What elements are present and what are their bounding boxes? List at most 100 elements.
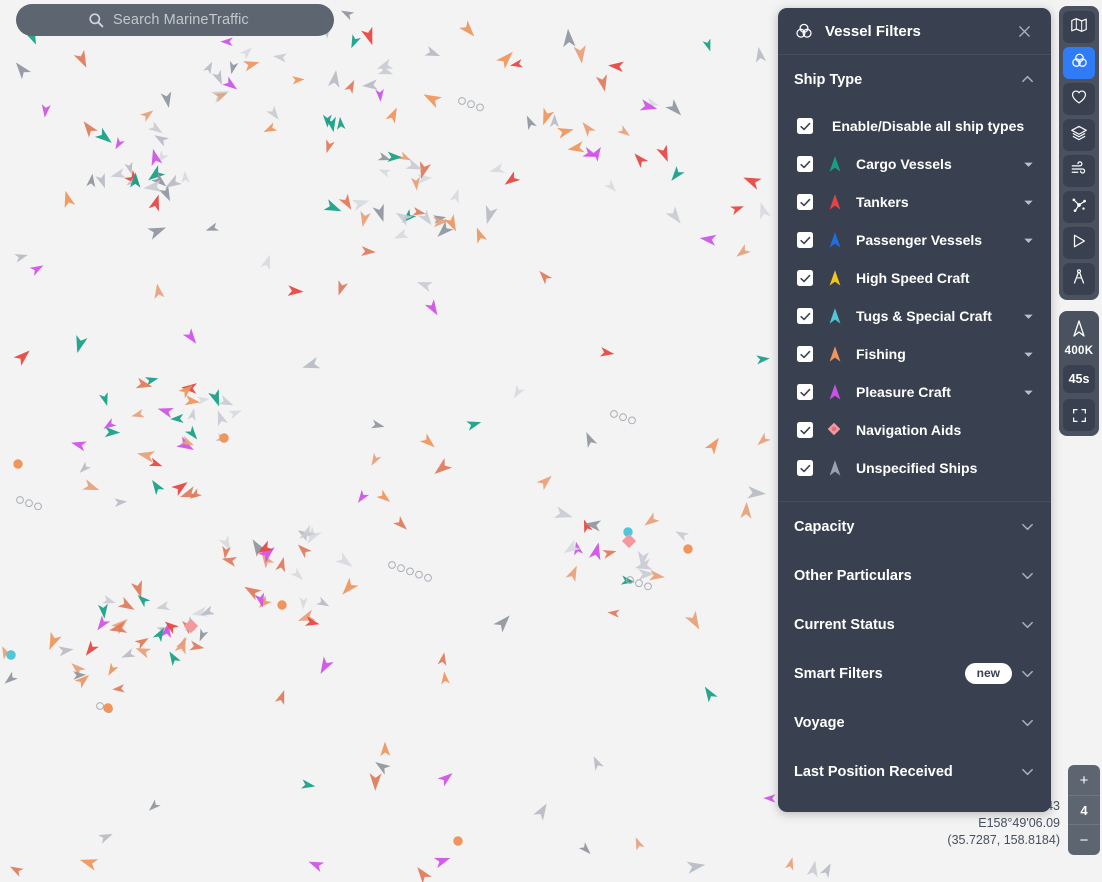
coordinate-decimal: (35.7287, 158.8184)	[947, 833, 1060, 847]
search-input[interactable]: Search MarineTraffic	[16, 4, 334, 36]
ship-type-label: Tankers	[856, 194, 909, 210]
ship-type-row-unspecified-ships[interactable]: Unspecified Ships	[778, 449, 1051, 487]
compass-north-icon[interactable]	[1069, 319, 1089, 339]
chevron-up-icon	[1020, 72, 1035, 87]
chevron-down-icon[interactable]	[1020, 764, 1035, 779]
caret-down-icon[interactable]	[1022, 348, 1035, 361]
ship-type-label: Tugs & Special Craft	[856, 308, 992, 324]
vessel-filters-icon	[794, 21, 814, 41]
ship-type-label: Passenger Vessels	[856, 232, 983, 248]
vessel-arrow-icon	[825, 382, 845, 402]
checkbox-checked[interactable]	[797, 194, 813, 210]
navigation-aid-diamond-icon	[825, 420, 845, 440]
panel-title: Vessel Filters	[825, 22, 921, 40]
ship-type-toggle-all-label: Enable/Disable all ship types	[832, 118, 1025, 134]
section-header-last-position-received[interactable]: Last Position Received	[778, 747, 1051, 796]
ship-type-toggle-all[interactable]: Enable/Disable all ship types	[778, 107, 1051, 145]
section-title: Capacity	[794, 518, 855, 535]
coordinate-longitude: E158°49'06.09	[978, 816, 1060, 830]
ship-type-row-navigation-aids[interactable]: Navigation Aids	[778, 411, 1051, 449]
ship-type-row-high-speed-craft[interactable]: High Speed Craft	[778, 259, 1051, 297]
ship-type-rows: Cargo Vessels Tankers Passenger Vessels Hig…	[778, 145, 1051, 487]
vessel-arrow-icon	[825, 268, 845, 288]
ship-type-row-tugs-special-craft[interactable]: Tugs & Special Craft	[778, 297, 1051, 335]
checkbox-checked[interactable]	[797, 118, 813, 134]
checkbox-checked[interactable]	[797, 156, 813, 172]
layers-icon	[1070, 124, 1088, 147]
section-header-smart-filters[interactable]: Smart Filters new	[778, 649, 1051, 698]
checkbox-checked[interactable]	[797, 308, 813, 324]
ship-type-row-tankers[interactable]: Tankers	[778, 183, 1051, 221]
toolbar-button-measure-compass[interactable]	[1063, 263, 1095, 295]
zoom-out-button[interactable]: −	[1068, 825, 1100, 855]
ship-type-row-pleasure-craft[interactable]: Pleasure Craft	[778, 373, 1051, 411]
play-animation-icon	[1070, 232, 1088, 255]
vessel-arrow-icon	[825, 458, 845, 478]
search-placeholder: Search MarineTraffic	[113, 12, 249, 28]
ship-type-row-fishing[interactable]: Fishing	[778, 335, 1051, 373]
toolbar-button-map-style[interactable]	[1063, 11, 1095, 43]
chevron-down-icon[interactable]	[1020, 715, 1035, 730]
section-header-voyage[interactable]: Voyage	[778, 698, 1051, 747]
ship-type-label: Fishing	[856, 346, 906, 362]
checkbox-checked[interactable]	[797, 460, 813, 476]
vessel-arrow-icon	[825, 154, 845, 174]
section-header-ship-type[interactable]: Ship Type	[778, 55, 1051, 104]
weather-wind-icon	[1070, 160, 1088, 183]
checkbox-checked[interactable]	[797, 384, 813, 400]
vessel-count-label: 400K	[1064, 345, 1094, 357]
vessel-filters-panel: Vessel Filters Ship Type Enable/Disable …	[778, 8, 1051, 812]
toolbar-button-favourites-heart[interactable]	[1063, 83, 1095, 115]
caret-down-icon[interactable]	[1022, 386, 1035, 399]
ship-type-label: Navigation Aids	[856, 422, 962, 438]
panel-header: Vessel Filters	[778, 8, 1051, 55]
checkbox-checked[interactable]	[797, 346, 813, 362]
panel-body: Ship Type Enable/Disable all ship types	[778, 55, 1051, 812]
toolbar-button-density-points[interactable]	[1063, 191, 1095, 223]
checkbox-checked[interactable]	[797, 422, 813, 438]
zoom-in-button[interactable]: +	[1068, 765, 1100, 795]
vessel-filters-icon	[1070, 51, 1089, 75]
toolbar-button-weather-wind[interactable]	[1063, 155, 1095, 187]
caret-down-icon[interactable]	[1022, 234, 1035, 247]
vessel-arrow-icon	[825, 306, 845, 326]
density-points-icon	[1070, 196, 1088, 219]
section-title: Voyage	[794, 714, 845, 731]
section-header-other-particulars[interactable]: Other Particulars	[778, 551, 1051, 600]
search-icon	[88, 12, 104, 28]
section-title: Other Particulars	[794, 567, 912, 584]
caret-down-icon[interactable]	[1022, 158, 1035, 171]
vessel-arrow-icon	[825, 230, 845, 250]
checkbox-checked[interactable]	[797, 232, 813, 248]
map-style-icon	[1070, 16, 1088, 39]
toolbar-button-play-animation[interactable]	[1063, 227, 1095, 259]
measure-compass-icon	[1070, 268, 1088, 291]
chevron-down-icon[interactable]	[1020, 568, 1035, 583]
ship-type-row-passenger-vessels[interactable]: Passenger Vessels	[778, 221, 1051, 259]
toolbar-button-vessel-filters[interactable]	[1063, 47, 1095, 79]
section-title: Last Position Received	[794, 763, 953, 780]
ship-type-label: Pleasure Craft	[856, 384, 951, 400]
fullscreen-button[interactable]	[1063, 399, 1095, 431]
filter-sections: Capacity Other Particulars Current Status S…	[778, 502, 1051, 796]
caret-down-icon[interactable]	[1022, 196, 1035, 209]
new-badge: new	[964, 663, 1012, 684]
section-header-current-status[interactable]: Current Status	[778, 600, 1051, 649]
chevron-down-icon[interactable]	[1020, 519, 1035, 534]
chevron-down-icon[interactable]	[1020, 617, 1035, 632]
refresh-interval-button[interactable]: 45s	[1063, 365, 1095, 393]
section-title: Ship Type	[794, 71, 863, 88]
ship-type-row-cargo-vessels[interactable]: Cargo Vessels	[778, 145, 1051, 183]
checkbox-checked[interactable]	[797, 270, 813, 286]
chevron-down-icon[interactable]	[1020, 666, 1035, 681]
section-header-capacity[interactable]: Capacity	[778, 502, 1051, 551]
ship-type-label: High Speed Craft	[856, 270, 970, 286]
zoom-control: + 4 −	[1068, 765, 1100, 855]
favourites-heart-icon	[1070, 88, 1088, 111]
vessel-arrow-icon	[825, 344, 845, 364]
vessel-arrow-icon	[825, 192, 845, 212]
ship-type-label: Cargo Vessels	[856, 156, 952, 172]
close-icon[interactable]	[1011, 18, 1037, 44]
toolbar-button-layers[interactable]	[1063, 119, 1095, 151]
caret-down-icon[interactable]	[1022, 310, 1035, 323]
